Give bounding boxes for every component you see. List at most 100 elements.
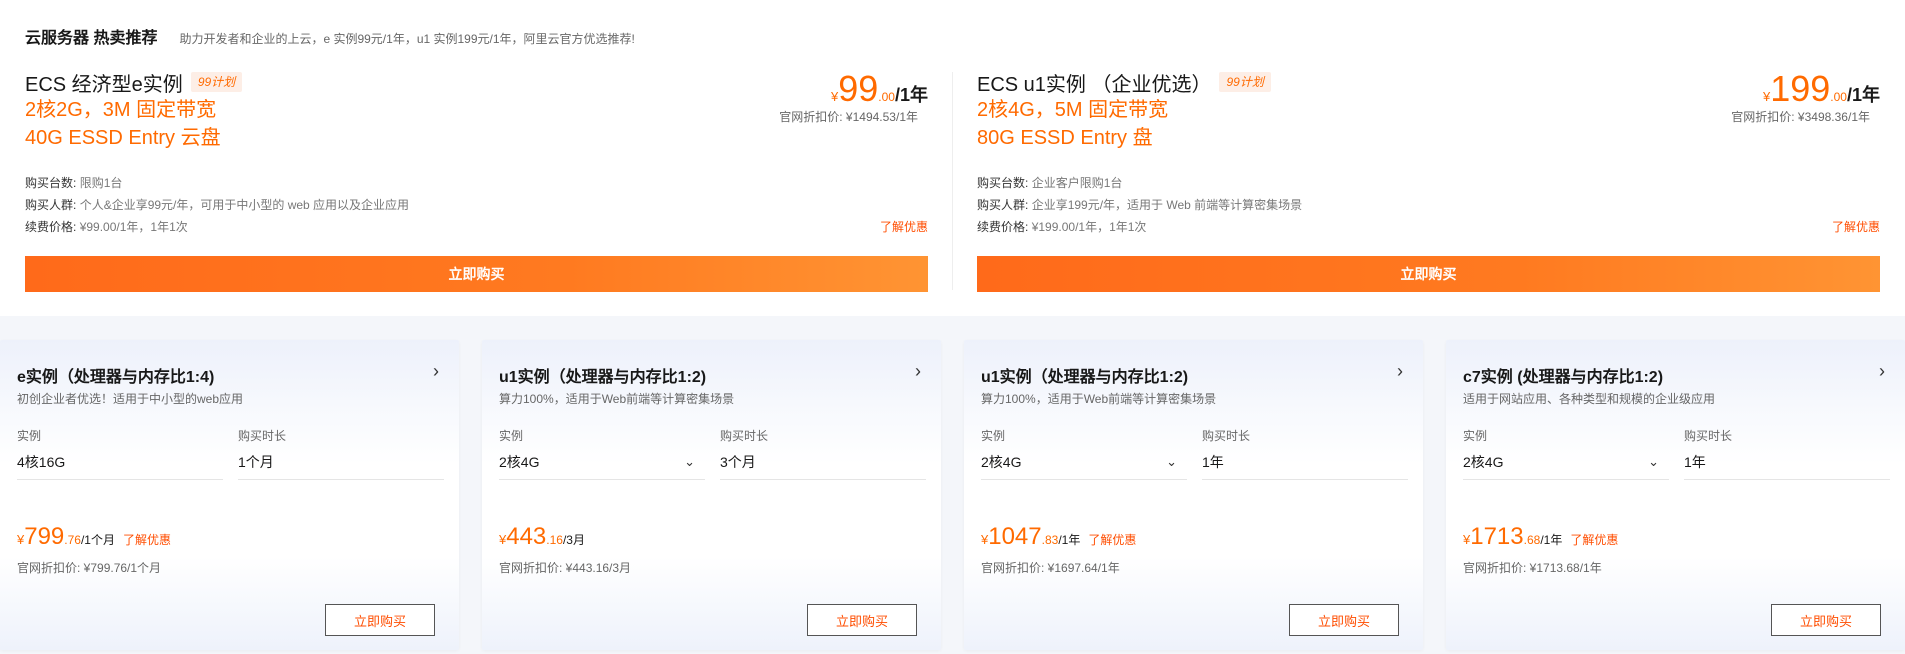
chevron-down-icon: ⌄ <box>1166 454 1177 469</box>
product-name: ECS 经济型e实例 <box>25 73 183 96</box>
card-title: u1实例（处理器与内存比1:2) <box>499 369 707 386</box>
card-description: 算力100%，适用于Web前端等计算密集场景 <box>499 392 735 406</box>
price-currency: ¥ <box>499 532 507 547</box>
card-price: ¥1047.83/1年 了解优惠 <box>981 523 1136 551</box>
info-value: ¥99.00/1年，1年1次 <box>79 220 188 234</box>
info-label: 续费价格: <box>977 220 1029 234</box>
card-price: ¥1713.68/1年 了解优惠 <box>1463 523 1618 551</box>
learn-deal-link[interactable]: 了解优惠 <box>1570 531 1618 548</box>
instance-select[interactable]: 2核4G ⌄ <box>1463 444 1669 480</box>
duration-value: 1年 <box>1202 454 1224 470</box>
price-integer: 199 <box>1770 68 1831 109</box>
info-value: 限购1台 <box>79 176 123 190</box>
instance-label: 实例 <box>17 429 42 443</box>
info-value: 个人&企业享99元/年，可用于中小型的 web 应用以及企业应用 <box>79 198 410 212</box>
chevron-right-icon[interactable]: › <box>433 361 439 382</box>
price-currency: ¥ <box>981 532 989 547</box>
price-integer: 1047 <box>988 523 1042 550</box>
duration-field[interactable]: 1个月 <box>238 444 444 480</box>
chevron-right-icon[interactable]: › <box>1879 361 1885 382</box>
learn-deal-link[interactable]: 了解优惠 <box>123 531 171 548</box>
original-price: 官网折扣价: ¥3498.36/1年 <box>1731 110 1870 124</box>
buy-now-button[interactable]: 立即购买 <box>807 604 917 636</box>
duration-value: 3个月 <box>720 454 756 470</box>
instance-label: 实例 <box>499 429 524 443</box>
learn-deal-link[interactable]: 了解优惠 <box>1832 218 1880 235</box>
price-decimal: .76 <box>64 533 81 547</box>
duration-field[interactable]: 1年 <box>1202 444 1408 480</box>
price-unit: /1年 <box>894 85 928 105</box>
duration-field[interactable]: 1年 <box>1684 444 1890 480</box>
section-title: 云服务器 热卖推荐 <box>25 30 158 47</box>
price-unit: /1年 <box>1058 533 1081 547</box>
learn-deal-link[interactable]: 了解优惠 <box>880 218 928 235</box>
card-description: 适用于网站应用、各种类型和规模的企业级应用 <box>1463 392 1716 406</box>
price-integer: 1713 <box>1470 523 1524 550</box>
info-value: ¥199.00/1年，1年1次 <box>1031 220 1147 234</box>
instance-value: 2核4G <box>499 454 540 470</box>
info-row: 购买人群: 企业享199元/年，适用于 Web 前端等计算密集场景 <box>977 194 1302 216</box>
price-decimal: .00 <box>878 90 895 104</box>
price-unit: /3月 <box>562 533 585 547</box>
instance-field[interactable]: 4核16G <box>17 444 223 480</box>
price: ¥199.00/1年 <box>1731 68 1880 110</box>
price-block: ¥99.00/1年 官网折扣价: ¥1494.53/1年 <box>779 68 928 125</box>
buy-now-button[interactable]: 立即购买 <box>1771 604 1881 636</box>
buy-now-button[interactable]: 立即购买 <box>325 604 435 636</box>
instance-label: 实例 <box>1463 429 1488 443</box>
price-currency: ¥ <box>1463 532 1471 547</box>
info-value: 企业享199元/年，适用于 Web 前端等计算密集场景 <box>1031 198 1303 212</box>
promo-card-u1: ECS u1实例 （企业优选） 99计划 2核4G，5M 固定带宽 80G ES… <box>977 68 1880 293</box>
info-row: 购买台数: 限购1台 <box>25 172 409 194</box>
duration-label: 购买时长 <box>1684 429 1733 443</box>
duration-value: 1个月 <box>238 454 274 470</box>
buy-now-button[interactable]: 立即购买 <box>25 256 928 292</box>
duration-label: 购买时长 <box>238 429 287 443</box>
price-unit: /1个月 <box>80 533 115 547</box>
info-label: 续费价格: <box>25 220 77 234</box>
price-currency: ¥ <box>17 532 25 547</box>
original-price: 官网折扣价: ¥1494.53/1年 <box>779 110 918 124</box>
card-price: ¥799.76/1个月 了解优惠 <box>17 523 171 551</box>
info-row: 购买台数: 企业客户限购1台 <box>977 172 1302 194</box>
price-unit: /1年 <box>1846 85 1880 105</box>
learn-deal-link[interactable]: 了解优惠 <box>1088 531 1136 548</box>
plan-badge: 99计划 <box>190 72 243 92</box>
instance-card-u1-3m: u1实例（处理器与内存比1:2) › 算力100%，适用于Web前端等计算密集场… <box>482 340 941 650</box>
duration-label: 购买时长 <box>720 429 769 443</box>
purchase-info: 购买台数: 限购1台 购买人群: 个人&企业享99元/年，可用于中小型的 web… <box>25 172 409 238</box>
price-decimal: .16 <box>546 533 563 547</box>
original-price: 官网折扣价: ¥799.76/1个月 <box>17 561 162 575</box>
duration-label: 购买时长 <box>1202 429 1251 443</box>
purchase-info: 购买台数: 企业客户限购1台 购买人群: 企业享199元/年，适用于 Web 前… <box>977 172 1302 238</box>
duration-value: 1年 <box>1684 454 1706 470</box>
instance-value: 2核4G <box>1463 454 1504 470</box>
instance-select[interactable]: 2核4G ⌄ <box>499 444 705 480</box>
price-decimal: .83 <box>1041 533 1059 547</box>
price-decimal: .00 <box>1830 90 1847 104</box>
section-subtitle: 助力开发者和企业的上云，e 实例99元/1年，u1 实例199元/1年，阿里云官… <box>179 32 635 46</box>
chevron-down-icon: ⌄ <box>684 454 695 469</box>
chevron-right-icon[interactable]: › <box>1397 361 1403 382</box>
product-name: ECS u1实例 （企业优选） <box>977 73 1212 96</box>
buy-now-button[interactable]: 立即购买 <box>1289 604 1399 636</box>
card-title: u1实例（处理器与内存比1:2) <box>981 369 1189 386</box>
buy-now-button[interactable]: 立即购买 <box>977 256 1880 292</box>
info-row: 购买人群: 个人&企业享99元/年，可用于中小型的 web 应用以及企业应用 <box>25 194 409 216</box>
chevron-right-icon[interactable]: › <box>915 361 921 382</box>
original-price: 官网折扣价: ¥1713.68/1年 <box>1463 561 1602 575</box>
duration-field[interactable]: 3个月 <box>720 444 926 480</box>
instance-card-u1-1y: u1实例（处理器与内存比1:2) › 算力100%，适用于Web前端等计算密集场… <box>964 340 1423 650</box>
price: ¥99.00/1年 <box>779 68 928 110</box>
section-header: 云服务器 热卖推荐 助力开发者和企业的上云，e 实例99元/1年，u1 实例19… <box>25 24 635 48</box>
info-label: 购买台数: <box>977 176 1029 190</box>
info-row: 续费价格: ¥199.00/1年，1年1次 <box>977 216 1302 238</box>
instance-card-e: e实例（处理器与内存比1:4) › 初创企业者优选！适用于中小型的web应用 实… <box>0 340 459 650</box>
instance-select[interactable]: 2核4G ⌄ <box>981 444 1187 480</box>
info-value: 企业客户限购1台 <box>1031 176 1123 190</box>
price-decimal: .68 <box>1523 533 1541 547</box>
original-price: 官网折扣价: ¥1697.64/1年 <box>981 561 1120 575</box>
price-integer: 99 <box>838 68 879 109</box>
info-label: 购买人群: <box>977 198 1029 212</box>
card-description: 初创企业者优选！适用于中小型的web应用 <box>17 392 244 406</box>
